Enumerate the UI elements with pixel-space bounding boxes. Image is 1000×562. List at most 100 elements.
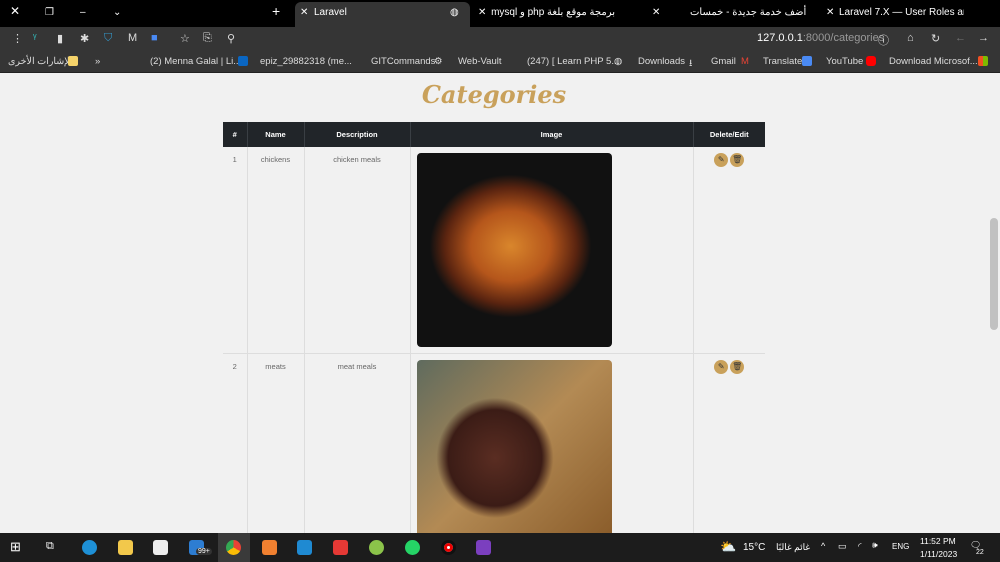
close-icon[interactable]: ✕ [478, 7, 486, 18]
app-icon[interactable] [369, 540, 384, 555]
browser-toolbar: ⋮ ᵞ ▮ ✱ ⛉ M ■ ☆ ⎘ ⚲ 127.0.0.1:8000/categ… [0, 27, 1000, 50]
more-bookmarks-icon[interactable]: » [95, 56, 100, 67]
cell-image [410, 353, 694, 538]
restore-icon[interactable]: ❐ [45, 7, 54, 18]
weather-icon: ⛅ [720, 539, 737, 554]
star-icon[interactable]: ☆ [180, 32, 190, 45]
cell-image [410, 147, 694, 354]
delete-button[interactable]: 🗑 [730, 360, 745, 374]
network-icon[interactable]: ▭ [838, 541, 847, 552]
bookmark[interactable]: epiz_29882318 (me... [260, 56, 352, 67]
cell-actions: ✎ 🗑 [693, 147, 765, 354]
url-host: 127.0.0.1 [757, 32, 803, 44]
edit-button[interactable]: ✎ [714, 153, 729, 167]
info-icon[interactable]: ⓘ [878, 32, 889, 48]
whatsapp-icon[interactable] [405, 540, 420, 555]
store-icon[interactable] [153, 540, 168, 555]
tab-label[interactable]: Laravel [314, 7, 347, 18]
close-icon[interactable]: ✕ [826, 7, 834, 18]
notification-count: 22 [976, 549, 984, 556]
volume-icon[interactable]: 🕪 [872, 540, 878, 551]
bookmark[interactable]: (247) [ Learn PHP 5... [527, 56, 619, 67]
xampp-icon[interactable] [262, 540, 277, 555]
bookmark[interactable]: Web-Vault [458, 56, 501, 67]
tab-label[interactable]: برمجة موقع بلغة php و mysql - خ [490, 7, 615, 18]
bookmark[interactable]: Gmail [711, 56, 736, 67]
share-icon[interactable]: ⎘ [203, 32, 212, 45]
task-view-icon[interactable]: ⧉ [46, 540, 54, 553]
windows-start-icon[interactable]: ⊞ [10, 539, 21, 555]
language-indicator[interactable]: ENG [892, 542, 909, 551]
tab-label[interactable]: Laravel 7.X — User Roles and Per [839, 7, 964, 18]
phpstorm-icon[interactable] [476, 540, 491, 555]
cell-name: chickens [247, 147, 305, 354]
weather-temp[interactable]: 15°C [743, 542, 765, 553]
tab-label[interactable]: أضف خدمة جديدة - خمسات [690, 7, 806, 18]
anydesk-icon[interactable] [333, 540, 348, 555]
bookmark[interactable]: YouTube [826, 56, 863, 67]
taskbar: ⊞ ⧉ 99+ ⛅ 15°C غائم غالبًا ^ ▭ ◜ 🕪 ENG 1… [0, 533, 1000, 562]
forward-icon[interactable]: ← [955, 32, 966, 44]
close-icon[interactable]: ✕ [652, 7, 660, 18]
menu-icon[interactable]: ⋮ [12, 32, 23, 45]
cell-description: chicken meals [304, 147, 411, 354]
other-bookmarks[interactable]: الإشارات الأخرى [8, 56, 72, 67]
chicken-image [416, 153, 612, 347]
microsoft-icon [978, 56, 988, 66]
wifi-icon[interactable]: ◜ [858, 541, 862, 552]
edge-icon[interactable] [82, 540, 97, 555]
youtube-icon [866, 56, 876, 66]
translate-icon [802, 56, 812, 66]
categories-table: # Name Description Image Delete/Edit 1 c… [223, 122, 765, 539]
zoom-icon[interactable]: ⚲ [227, 32, 235, 45]
extension-icon[interactable]: ᵞ [33, 32, 37, 44]
globe-icon: ◍ [450, 7, 459, 18]
clock-time[interactable]: 11:52 PM [920, 536, 956, 546]
sidebar-icon[interactable]: ▮ [57, 32, 63, 45]
home-icon[interactable]: ⌂ [907, 32, 914, 44]
cell-id: 2 [223, 353, 248, 539]
steak-image [416, 360, 612, 538]
col-name: Name [247, 122, 305, 147]
bookmark[interactable]: Translate [763, 56, 802, 67]
bookmarks-bar: الإشارات الأخرى » (2) Menna Galal | Li..… [0, 50, 1000, 73]
col-actions: Delete/Edit [693, 122, 765, 147]
globe-icon: ◍ [614, 56, 623, 67]
download-icon: ⭳ [689, 58, 693, 69]
col-description: Description [304, 122, 411, 147]
bookmark[interactable]: Downloads [638, 56, 685, 67]
weather-text[interactable]: غائم غالبًا [776, 542, 810, 553]
shield-icon[interactable]: ⛉ [104, 32, 112, 45]
file-explorer-icon[interactable] [118, 540, 133, 555]
close-window-icon[interactable]: ✕ [10, 4, 20, 18]
new-tab-icon[interactable]: + [272, 3, 280, 19]
recorder-icon[interactable] [441, 540, 456, 555]
bookmark[interactable]: Download Microsof... [889, 56, 978, 67]
edit-button[interactable]: ✎ [714, 360, 729, 374]
delete-button[interactable]: 🗑 [730, 153, 745, 167]
col-image: Image [410, 122, 694, 147]
gmail-icon: M [741, 56, 749, 67]
puzzle-icon[interactable]: ✱ [80, 32, 89, 45]
tab-search-icon[interactable]: ⌄ [113, 7, 121, 18]
cell-id: 1 [223, 147, 248, 354]
bookmark[interactable]: (2) Menna Galal | Li... [150, 56, 241, 67]
bookmark[interactable]: GITCommands [371, 56, 435, 67]
chrome-icon[interactable] [226, 540, 241, 555]
linkedin-icon [238, 56, 248, 66]
close-icon[interactable]: ✕ [300, 7, 308, 18]
gear-icon: ⚙ [434, 56, 443, 67]
reload-icon[interactable]: ↻ [931, 32, 940, 45]
folder-icon [68, 56, 78, 66]
address-bar[interactable]: 127.0.0.1:8000/categories [757, 32, 884, 44]
minimize-icon[interactable]: – [80, 7, 86, 18]
tab-bar: ✕ ❐ – ⌄ + ✕ Laravel ◍ ✕ برمجة موقع بلغة … [0, 0, 1000, 27]
chevron-up-icon[interactable]: ^ [821, 541, 825, 551]
scrollbar-thumb[interactable] [990, 218, 998, 330]
back-icon[interactable]: → [978, 32, 989, 44]
m-extension-icon[interactable]: M [128, 32, 137, 44]
vscode-icon[interactable] [297, 540, 312, 555]
translate-icon[interactable]: ■ [151, 32, 158, 44]
clock-date[interactable]: 1/11/2023 [920, 549, 957, 559]
cell-actions: ✎ 🗑 [693, 353, 765, 539]
